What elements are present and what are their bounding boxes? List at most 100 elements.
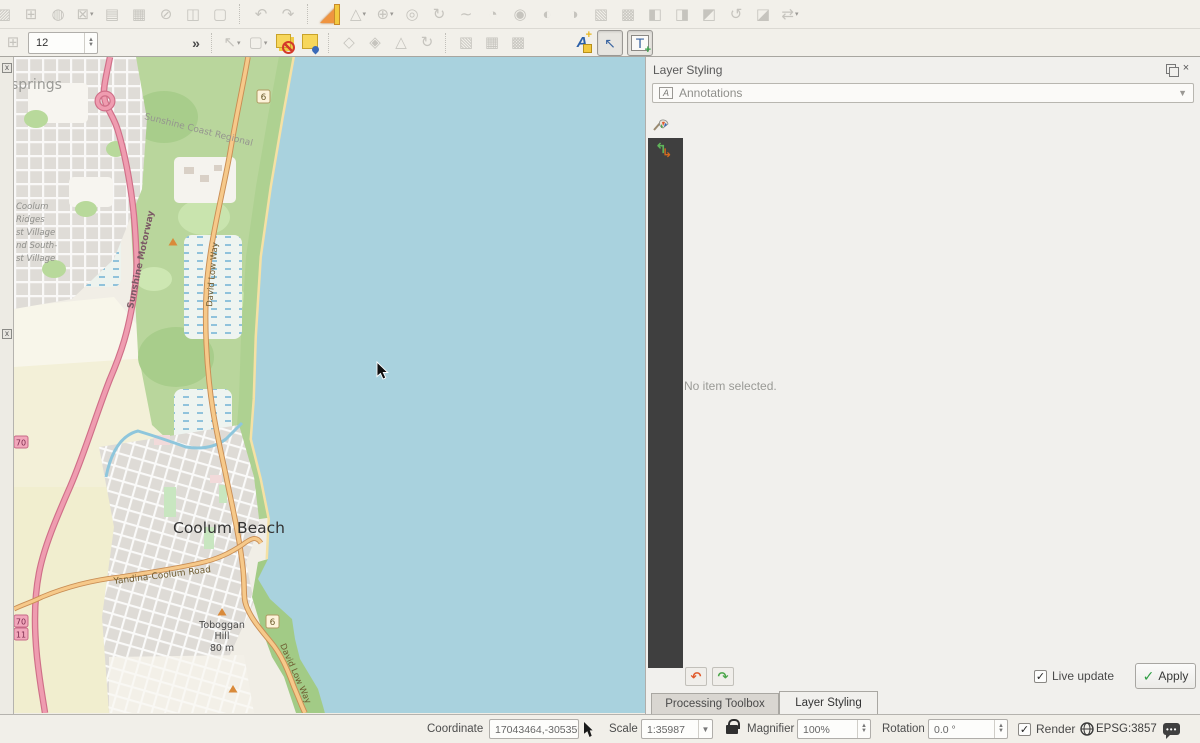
live-update-toggle[interactable]: ✓ Live update — [1034, 669, 1114, 683]
create-text-annotation-button[interactable]: T — [627, 30, 653, 56]
tab-layer-styling[interactable]: Layer Styling — [779, 691, 878, 714]
offset-point-symbol-icon: ◪ — [752, 3, 774, 25]
panel-title: Layer Styling — [653, 63, 722, 77]
coordinate-label: Coordinate — [427, 723, 483, 735]
check-icon: ✓ — [1143, 668, 1155, 685]
status-bar: Coordinate 17043464,-3053598 Scale 1:359… — [0, 714, 1200, 743]
undock-icon[interactable] — [1166, 64, 1176, 74]
undo-style-button[interactable]: ↶ — [685, 667, 707, 686]
digitizing-toolbar: ▨⊞◍⊠▾▤▦⊘◫▢↶↷△▾⊕▾◎↻∼◔◉◐◑▧▩◧◨◩↺◪⇄▾ — [0, 0, 1200, 29]
select-annotation-icon: ↖▾ — [221, 32, 243, 54]
rotation-label: Rotation — [882, 723, 925, 735]
svg-text:Ridges: Ridges — [16, 215, 45, 225]
live-update-label: Live update — [1052, 669, 1114, 683]
toolbar-separator — [211, 33, 214, 53]
offset-curve-icon: ◑ — [563, 3, 585, 25]
rotate-feature-icon: ↻ — [428, 3, 450, 25]
svg-text:6: 6 — [261, 93, 267, 103]
add-ring-icon: ◔ — [482, 3, 504, 25]
cut-features-icon: ⊘ — [155, 3, 177, 25]
close-icon[interactable]: × — [1180, 62, 1192, 74]
annotation-overlap-icon[interactable]: ▾ — [273, 32, 295, 54]
merge-attributes-icon: ◩ — [698, 3, 720, 25]
osm-basemap: 6 6 70 70 11 springs Coolum Ridges st Vi… — [14, 57, 645, 713]
split-features-icon: ▩ — [617, 3, 639, 25]
redo-style-button[interactable]: ↷ — [712, 667, 734, 686]
annotation-marker-icon[interactable] — [299, 32, 321, 54]
svg-text:70: 70 — [16, 439, 26, 448]
trim-extend-icon: ⇄▾ — [779, 3, 801, 25]
layer-select-dropdown[interactable]: A Annotations ▼ — [652, 83, 1194, 103]
change-label-icon: ▧ — [455, 32, 477, 54]
collapsed-panel-close-icon[interactable]: x — [2, 63, 12, 73]
empty-state-text: No item selected. — [684, 379, 777, 393]
diagram-options-icon: ▦ — [481, 32, 503, 54]
rotate-label-icon: ↻ — [416, 32, 438, 54]
lock-scale-icon[interactable] — [726, 725, 738, 734]
toggle-editing-icon: ▨ — [0, 3, 15, 25]
paintbrush-icon — [653, 117, 670, 132]
coordinate-input[interactable]: 17043464,-3053598 — [489, 719, 579, 739]
reshape-features-icon: ▧ — [590, 3, 612, 25]
svg-text:70: 70 — [16, 618, 26, 627]
svg-text:Coolum Beach: Coolum Beach — [173, 519, 285, 537]
vertex-tool-icon: ⊠▾ — [74, 3, 96, 25]
toolbar-separator — [328, 33, 331, 53]
layer-combo-value: Annotations — [679, 86, 1178, 100]
create-annotation-icon: ▢▾ — [247, 32, 269, 54]
rotation-spinbox[interactable]: 0.0 ° ▲▼ — [928, 719, 1008, 739]
size-spinbox[interactable]: 12▲▼ — [28, 32, 98, 54]
svg-text:80 m: 80 m — [210, 643, 234, 654]
render-label: Render — [1036, 722, 1075, 736]
magnifier-label: Magnifier — [747, 723, 794, 735]
svg-text:Hill: Hill — [214, 631, 229, 642]
styling-tab-strip[interactable]: ↰↳ — [648, 138, 683, 668]
checkbox-checked-icon[interactable]: ✓ — [1018, 723, 1031, 736]
modify-annotations-button[interactable]: ↖ — [597, 30, 623, 56]
advanced-digitizing-icon[interactable] — [318, 3, 342, 25]
render-toggle[interactable]: ✓ Render — [1018, 722, 1075, 736]
layer-styling-panel: Layer Styling × A Annotations ▼ ↰↳ No it… — [645, 57, 1200, 714]
simplify-feature-icon: ∼ — [455, 3, 477, 25]
toolbar-separator — [239, 4, 242, 24]
create-annotation-layer-icon[interactable]: A — [571, 32, 593, 54]
redo-icon: ↷ — [277, 3, 299, 25]
svg-text:6: 6 — [270, 618, 276, 628]
merge-features-icon: ◨ — [671, 3, 693, 25]
history-tab-icon[interactable]: ↰↳ — [655, 143, 675, 161]
copy-move-feature-icon: ◎ — [401, 3, 423, 25]
cad-construction-icon: △▾ — [347, 3, 369, 25]
delete-selected-icon: ▦ — [128, 3, 150, 25]
add-part-icon: ◉ — [509, 3, 531, 25]
move-feature-icon: ⊕▾ — [374, 3, 396, 25]
annotation-layer-icon: A — [659, 87, 673, 99]
toolbar-separator — [307, 4, 310, 24]
collapsed-panel-close-icon[interactable]: x — [2, 329, 12, 339]
label-options-icon: ▩ — [507, 32, 529, 54]
magnifier-spinbox[interactable]: 100% ▲▼ — [797, 719, 871, 739]
toolbar-overflow[interactable]: » — [188, 32, 204, 54]
toolbar-separator — [445, 33, 448, 53]
split-parts-icon: ◧ — [644, 3, 666, 25]
modify-attributes-icon: ▤ — [101, 3, 123, 25]
undo-icon: ↶ — [250, 3, 272, 25]
add-feature-icon: ◍ — [47, 3, 69, 25]
svg-text:nd South-: nd South- — [16, 241, 57, 251]
checkbox-checked-icon[interactable]: ✓ — [1034, 670, 1047, 683]
chevron-down-icon[interactable]: ▼ — [698, 720, 712, 738]
toggle-extents-icon[interactable] — [584, 722, 596, 737]
scale-label: Scale — [609, 723, 638, 735]
svg-text:st Village: st Village — [16, 254, 55, 264]
map-canvas[interactable]: 6 6 70 70 11 springs Coolum Ridges st Vi… — [14, 57, 645, 714]
crs-indicator[interactable]: EPSG:3857 — [1096, 723, 1157, 735]
rotate-point-symbols-icon: ↺ — [725, 3, 747, 25]
crs-globe-icon[interactable] — [1080, 722, 1094, 736]
display-mode-icon: ⊞ — [2, 32, 24, 54]
scale-combobox[interactable]: 1:35987 ▼ — [641, 719, 713, 739]
apply-button[interactable]: ✓ Apply — [1135, 663, 1196, 689]
svg-text:Coolum: Coolum — [16, 202, 48, 212]
tab-processing-toolbox[interactable]: Processing Toolbox — [651, 693, 779, 714]
save-edits-icon: ⊞ — [20, 3, 42, 25]
messages-icon[interactable]: ••• — [1163, 723, 1180, 735]
annotations-toolbar: ⊞12▲▼»↖▾▢▾▾◇◈△↻▧▦▩A↖T — [0, 29, 1200, 57]
